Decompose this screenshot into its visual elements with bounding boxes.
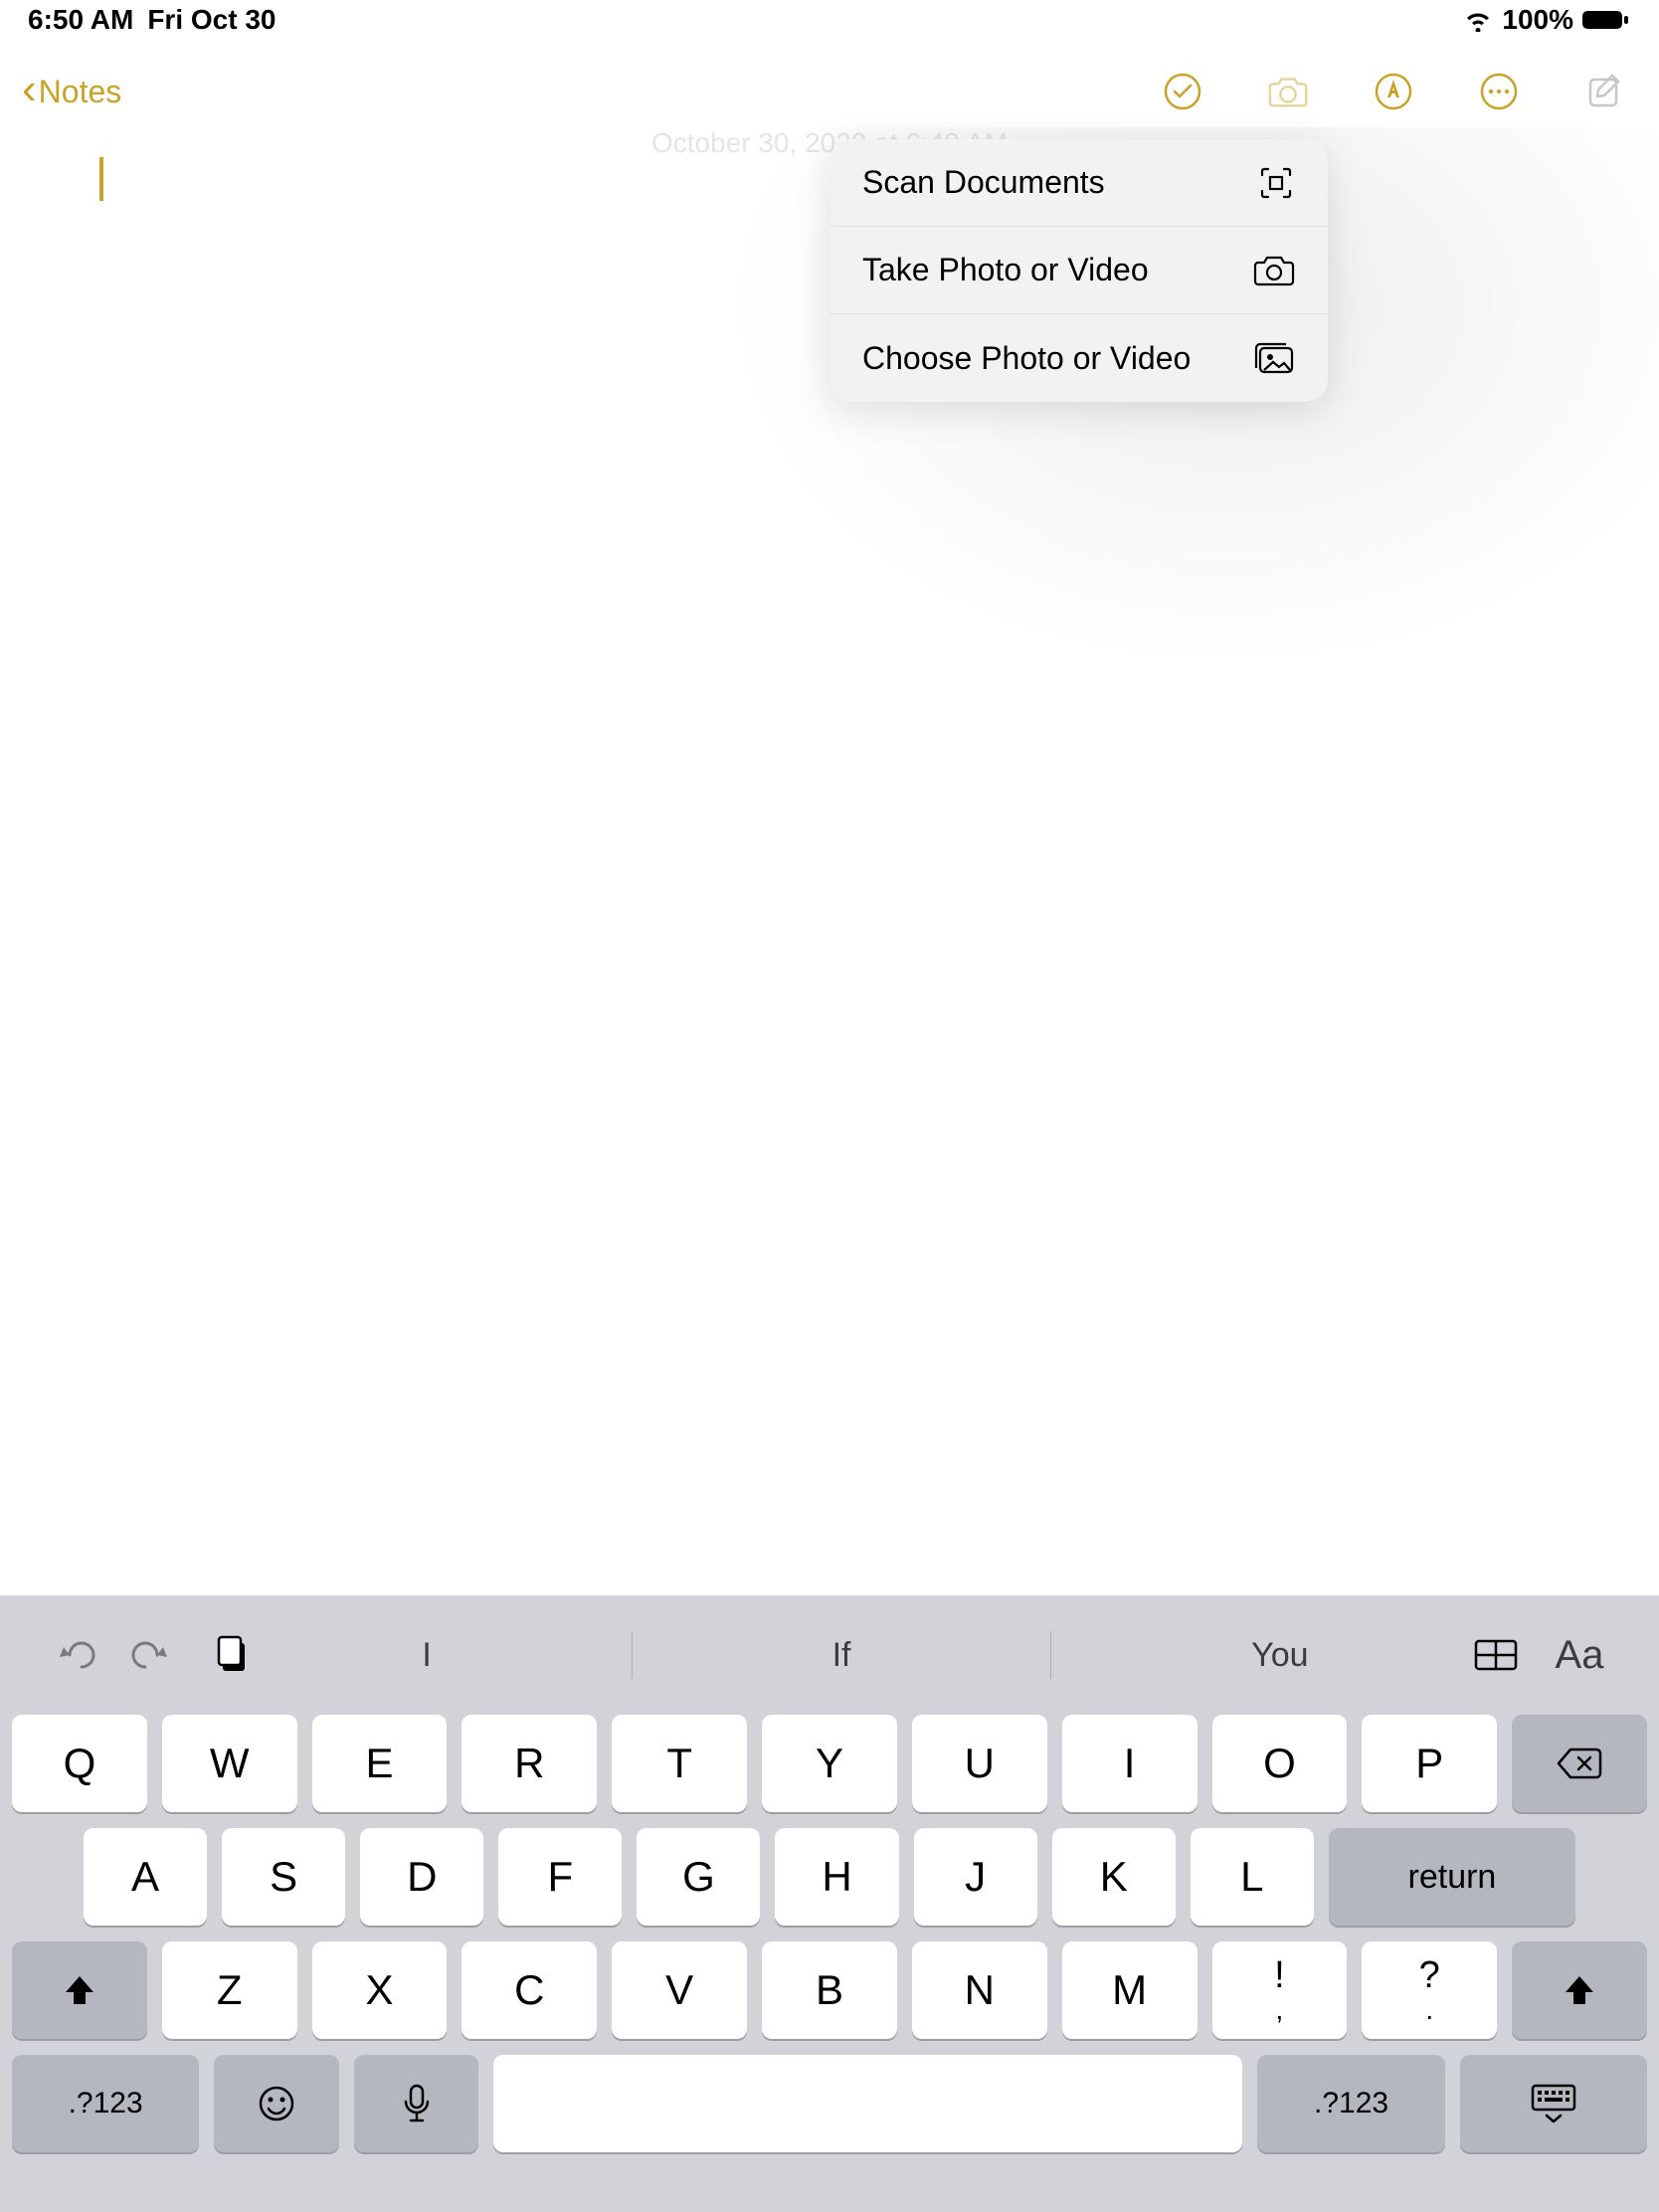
gallery-icon: [1250, 340, 1296, 376]
key-o[interactable]: O: [1212, 1715, 1348, 1812]
keyboard: I If You Aa Q W E R T Y U I O P: [0, 1595, 1659, 2212]
scan-document-icon: [1256, 163, 1296, 203]
key-q[interactable]: Q: [12, 1715, 147, 1812]
key-j[interactable]: J: [914, 1828, 1037, 1926]
key-w[interactable]: W: [162, 1715, 297, 1812]
key-z[interactable]: Z: [162, 1941, 297, 2039]
suggestion-separator: [1050, 1631, 1051, 1679]
note-timestamp: October 30, 2020 at 6:49 AM: [0, 127, 1659, 159]
suggestion-3[interactable]: You: [1251, 1636, 1308, 1675]
undo-button[interactable]: [44, 1625, 103, 1685]
key-numbers-right[interactable]: .?123: [1257, 2055, 1444, 2152]
status-time: 6:50 AM: [28, 4, 133, 36]
text-format-button[interactable]: Aa: [1544, 1625, 1615, 1685]
status-left: 6:50 AM Fri Oct 30: [28, 4, 276, 36]
battery-percent: 100%: [1502, 4, 1573, 36]
popover-item-label: Take Photo or Video: [862, 252, 1149, 288]
key-dismiss-keyboard[interactable]: [1460, 2055, 1647, 2152]
key-emoji[interactable]: [214, 2055, 339, 2152]
key-b[interactable]: B: [762, 1941, 897, 2039]
key-numbers-left[interactable]: .?123: [12, 2055, 199, 2152]
camera-icon[interactable]: [1267, 71, 1309, 112]
key-u[interactable]: U: [912, 1715, 1047, 1812]
keyboard-row-1: Q W E R T Y U I O P: [12, 1715, 1647, 1812]
more-icon[interactable]: [1478, 71, 1520, 112]
popover-choose-photo[interactable]: Choose Photo or Video: [830, 314, 1328, 402]
key-v[interactable]: V: [612, 1941, 747, 2039]
text-cursor: [99, 157, 103, 201]
keyboard-toolbar: I If You Aa: [0, 1595, 1659, 1715]
key-f[interactable]: F: [498, 1828, 622, 1926]
key-e[interactable]: E: [312, 1715, 448, 1812]
redo-button[interactable]: [123, 1625, 183, 1685]
key-period[interactable]: ? .: [1362, 1941, 1497, 2039]
status-bar: 6:50 AM Fri Oct 30 100%: [0, 0, 1659, 40]
keyboard-row-4: .?123 .?123: [12, 2055, 1647, 2152]
suggestion-separator: [632, 1631, 633, 1679]
key-comma[interactable]: ! ,: [1212, 1941, 1348, 2039]
camera-icon: [1252, 253, 1296, 288]
popover-item-label: Scan Documents: [862, 164, 1105, 201]
wifi-icon: [1462, 8, 1494, 32]
back-button[interactable]: ‹ Notes: [22, 72, 121, 111]
keyboard-row-2: A S D F G H J K L return: [12, 1828, 1647, 1926]
suggestion-1[interactable]: I: [422, 1636, 431, 1675]
popover-scan-documents[interactable]: Scan Documents: [830, 139, 1328, 227]
key-l[interactable]: L: [1191, 1828, 1314, 1926]
keyboard-suggestions: I If You: [322, 1631, 1408, 1679]
key-a[interactable]: A: [84, 1828, 207, 1926]
key-y[interactable]: Y: [762, 1715, 897, 1812]
keyboard-row-3: Z X C V B N M ! , ? .: [12, 1941, 1647, 2039]
chevron-left-icon: ‹: [22, 68, 37, 111]
nav-bar: ‹ Notes: [0, 56, 1659, 127]
key-return[interactable]: return: [1329, 1828, 1575, 1926]
key-p[interactable]: P: [1362, 1715, 1497, 1812]
camera-popover: Scan Documents Take Photo or Video Choos…: [830, 139, 1328, 402]
back-label: Notes: [39, 74, 122, 110]
battery-icon: [1581, 8, 1631, 32]
compose-icon[interactable]: [1583, 71, 1625, 112]
status-right: 100%: [1462, 4, 1631, 36]
key-dictation[interactable]: [354, 2055, 479, 2152]
key-x[interactable]: X: [312, 1941, 448, 2039]
table-button[interactable]: [1466, 1625, 1526, 1685]
key-m[interactable]: M: [1062, 1941, 1198, 2039]
key-space[interactable]: [493, 2055, 1242, 2152]
key-i[interactable]: I: [1062, 1715, 1198, 1812]
key-h[interactable]: H: [775, 1828, 898, 1926]
nav-action-icons: [1162, 71, 1625, 112]
popover-take-photo[interactable]: Take Photo or Video: [830, 227, 1328, 314]
key-t[interactable]: T: [612, 1715, 747, 1812]
key-s[interactable]: S: [222, 1828, 345, 1926]
key-c[interactable]: C: [461, 1941, 597, 2039]
key-shift-left[interactable]: [12, 1941, 147, 2039]
key-r[interactable]: R: [461, 1715, 597, 1812]
popover-item-label: Choose Photo or Video: [862, 340, 1191, 377]
status-date: Fri Oct 30: [147, 4, 276, 36]
key-shift-right[interactable]: [1512, 1941, 1647, 2039]
key-backspace[interactable]: [1512, 1715, 1647, 1812]
key-g[interactable]: G: [637, 1828, 760, 1926]
key-d[interactable]: D: [360, 1828, 483, 1926]
markup-icon[interactable]: [1373, 71, 1414, 112]
checklist-icon[interactable]: [1162, 71, 1203, 112]
suggestion-2[interactable]: If: [832, 1636, 851, 1675]
key-k[interactable]: K: [1052, 1828, 1176, 1926]
key-n[interactable]: N: [912, 1941, 1047, 2039]
clipboard-button[interactable]: [203, 1625, 263, 1685]
